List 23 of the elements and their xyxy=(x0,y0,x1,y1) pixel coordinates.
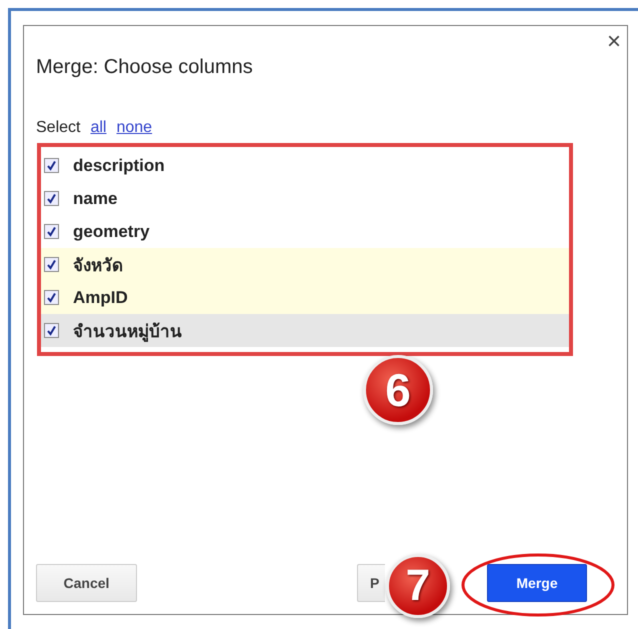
close-button[interactable]: × xyxy=(606,28,621,56)
select-link[interactable]: all xyxy=(90,119,106,137)
column-name: description xyxy=(73,156,165,176)
checkbox[interactable] xyxy=(44,290,59,305)
merge-button[interactable]: Merge xyxy=(487,564,587,602)
checkbox[interactable] xyxy=(44,158,59,173)
select-label: Select xyxy=(36,119,80,137)
checkbox[interactable] xyxy=(44,257,59,272)
column-name: จำนวนหมู่บ้าน xyxy=(73,321,182,344)
cancel-button[interactable]: Cancel xyxy=(36,564,137,602)
column-row[interactable]: จำนวนหมู่บ้าน xyxy=(41,314,569,347)
column-name: จังหวัด xyxy=(73,255,123,277)
column-row[interactable]: AmpID xyxy=(41,281,569,314)
secondary-button[interactable]: P xyxy=(357,564,385,602)
column-name: name xyxy=(73,188,118,208)
select-link[interactable]: none xyxy=(116,119,152,137)
checkbox[interactable] xyxy=(44,323,59,338)
column-row[interactable]: จังหวัด xyxy=(41,248,569,281)
dialog-title: Merge: Choose columns xyxy=(36,56,254,79)
checkbox[interactable] xyxy=(44,191,59,206)
column-name: AmpID xyxy=(73,288,128,308)
column-name: geometry xyxy=(73,222,150,242)
checkbox[interactable] xyxy=(44,224,59,239)
